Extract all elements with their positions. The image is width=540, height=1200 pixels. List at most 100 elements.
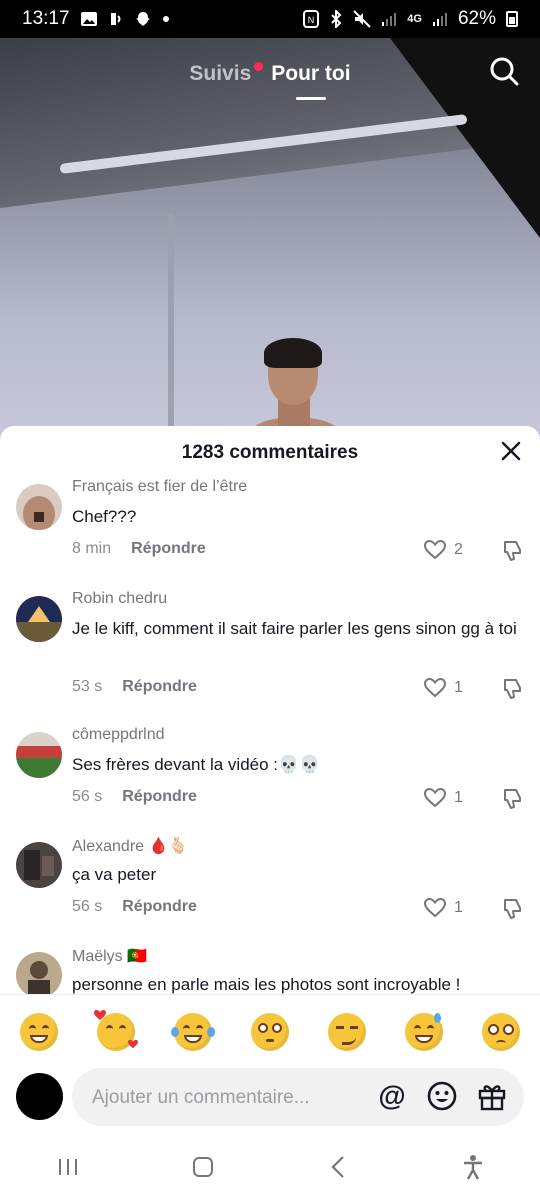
tab-following-label: Suivis	[189, 62, 252, 85]
dot-icon	[162, 15, 170, 23]
comment-meta: 56 s Répondre	[72, 898, 197, 916]
comment-meta: 8 min Répondre	[72, 540, 206, 558]
comment-item: Alexandre 🩸🫰🏻 ça va peter 56 s Répondre …	[0, 838, 540, 942]
comment-username[interactable]: Robin chedru	[72, 590, 167, 608]
comments-count-title: 1283 commentaires	[181, 442, 359, 463]
dislike-button[interactable]	[501, 540, 523, 562]
comment-item: Français est fier de l’être Chef??? 8 mi…	[0, 478, 540, 584]
like-count: 1	[454, 899, 463, 916]
avatar[interactable]	[16, 842, 62, 888]
heart-icon	[424, 898, 446, 918]
signal-icon	[432, 11, 448, 27]
tears-of-joy-emoji-icon[interactable]	[170, 1012, 215, 1051]
comment-time: 56 s	[72, 788, 103, 805]
emoji-quick-bar	[0, 994, 540, 1068]
comment-list[interactable]: Français est fier de l’être Chef??? 8 mi…	[0, 478, 540, 994]
battery-icon	[506, 11, 518, 27]
svg-text:N: N	[308, 15, 315, 25]
flushed-emoji-icon[interactable]	[250, 1012, 289, 1051]
person-hair	[264, 338, 322, 368]
image-icon	[80, 11, 98, 27]
thumbs-down-icon	[504, 899, 521, 919]
reply-button[interactable]: Répondre	[131, 540, 206, 558]
comment-meta: 56 s Répondre	[72, 788, 197, 806]
emoji-picker-button[interactable]	[426, 1080, 458, 1112]
home-button[interactable]	[183, 1147, 223, 1187]
notification-dot	[254, 62, 264, 71]
tab-for-you[interactable]: Pour toi	[271, 62, 351, 100]
accessibility-icon	[463, 1155, 482, 1180]
avatar[interactable]	[16, 596, 62, 642]
comment-item: Robin chedru Je le kiff, comment il sait…	[0, 590, 540, 716]
tab-for-you-label: Pour toi	[271, 62, 351, 85]
thumbs-down-icon	[504, 541, 521, 561]
battery-percent: 62%	[457, 8, 496, 29]
reply-button[interactable]: Répondre	[122, 898, 197, 916]
sweat-smile-emoji-icon[interactable]	[405, 1012, 444, 1051]
grin-emoji-icon[interactable]	[19, 1012, 58, 1051]
comment-text: ça va peter	[72, 865, 157, 884]
like-button[interactable]: 1	[424, 678, 463, 698]
comment-username[interactable]: Alexandre 🩸🫰🏻	[72, 836, 188, 856]
comment-input[interactable]	[90, 1068, 364, 1128]
comment-text: personne en parle mais les photos sont i…	[72, 975, 461, 994]
bluetooth-icon	[329, 10, 343, 28]
comment-text: Chef???	[72, 507, 137, 526]
comment-item: Maëlys 🇵🇹 personne en parle mais les pho…	[0, 948, 540, 994]
comment-username[interactable]: cômeppdrlnd	[72, 726, 165, 744]
dislike-button[interactable]	[501, 678, 523, 700]
audio-icon	[108, 11, 124, 27]
like-button[interactable]: 1	[424, 788, 463, 808]
active-tab-indicator	[295, 97, 326, 100]
back-icon	[330, 1156, 344, 1178]
video-player[interactable]	[0, 38, 540, 438]
avatar[interactable]	[16, 484, 62, 530]
comment-text: Ses frères devant la vidéo :💀💀	[72, 755, 321, 774]
avatar[interactable]	[16, 952, 62, 994]
like-button[interactable]: 2	[424, 540, 463, 560]
snapchat-icon	[134, 10, 152, 28]
comment-time: 8 min	[72, 540, 112, 557]
mute-icon	[353, 10, 371, 28]
smiling-hearts-emoji-icon[interactable]	[93, 1009, 138, 1051]
comment-input-container: @	[72, 1068, 524, 1128]
search-button[interactable]	[488, 55, 520, 87]
thumbs-down-icon	[504, 789, 521, 809]
avatar[interactable]	[16, 1073, 63, 1120]
accessibility-button[interactable]	[453, 1147, 493, 1187]
gift-icon	[478, 1085, 506, 1111]
like-count: 1	[454, 679, 463, 696]
reply-button[interactable]: Répondre	[122, 678, 197, 696]
dislike-button[interactable]	[501, 788, 523, 810]
close-icon	[501, 441, 521, 461]
comments-sheet: 1283 commentaires Français est fier de l…	[0, 426, 540, 1200]
like-count: 2	[454, 541, 463, 558]
comment-time: 56 s	[72, 898, 103, 915]
signal-icon	[381, 11, 397, 27]
system-nav-bar	[0, 1134, 540, 1200]
comment-username[interactable]: Français est fier de l’être	[72, 478, 247, 496]
comment-username[interactable]: Maëlys 🇵🇹	[72, 946, 147, 966]
comment-composer: @	[0, 1068, 540, 1134]
smiley-icon	[427, 1081, 457, 1111]
feed-tabs: Suivis Pour toi	[0, 56, 540, 100]
status-time: 13:17	[22, 8, 70, 29]
comment-text: Je le kiff, comment il sait faire parler…	[72, 619, 517, 638]
like-button[interactable]: 1	[424, 898, 463, 918]
recent-apps-button[interactable]	[48, 1147, 88, 1187]
smirk-emoji-icon[interactable]	[328, 1012, 367, 1051]
mention-button[interactable]: @	[376, 1080, 408, 1112]
tab-following[interactable]: Suivis	[189, 62, 264, 86]
comment-meta: 53 s Répondre	[72, 678, 197, 696]
back-button[interactable]	[318, 1147, 358, 1187]
avatar[interactable]	[16, 732, 62, 778]
pleading-emoji-icon[interactable]	[482, 1012, 521, 1051]
search-icon	[490, 57, 519, 86]
like-count: 1	[454, 789, 463, 806]
reply-button[interactable]: Répondre	[122, 788, 197, 806]
gift-button[interactable]	[476, 1080, 508, 1112]
close-button[interactable]	[500, 440, 522, 462]
dislike-button[interactable]	[501, 898, 523, 920]
heart-icon	[424, 788, 446, 808]
thumbs-down-icon	[504, 679, 521, 699]
